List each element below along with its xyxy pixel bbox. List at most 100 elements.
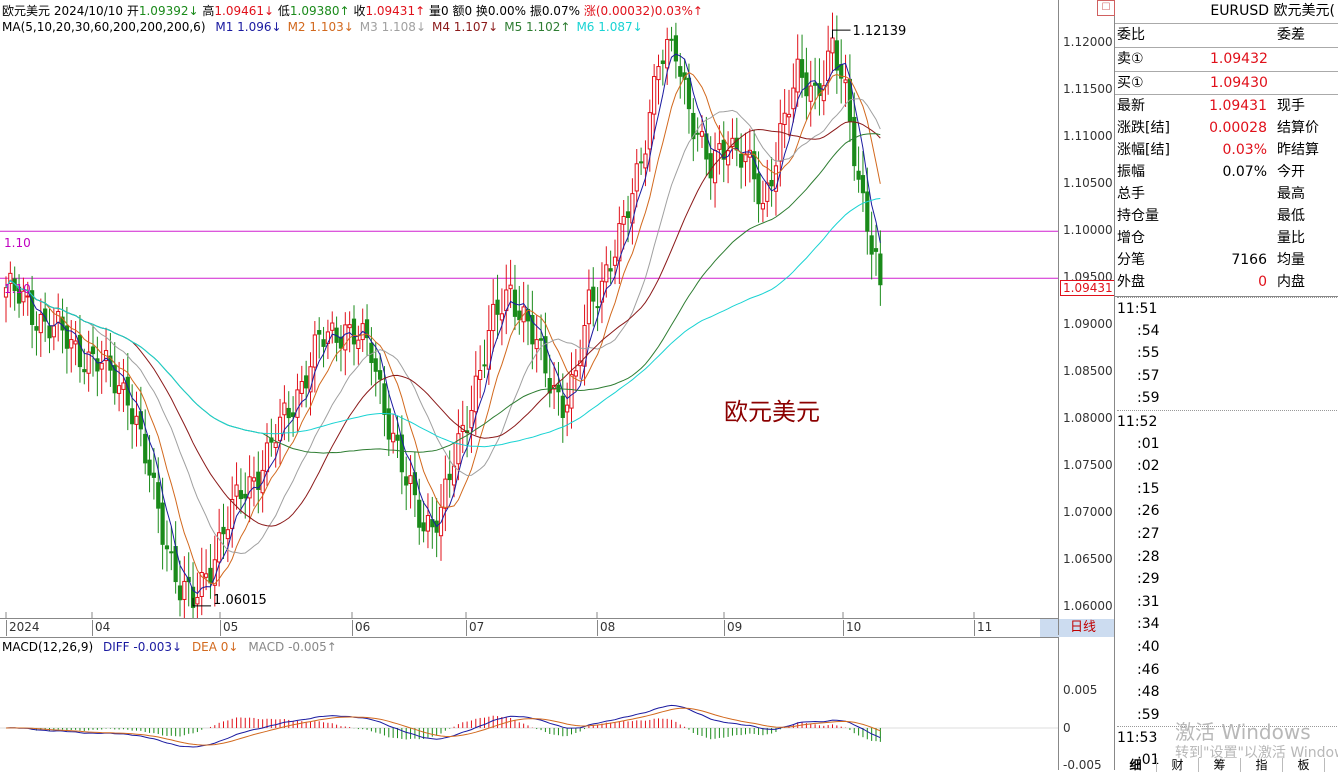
candle-body [491,303,496,332]
panel-menu-icon[interactable]: ☐ [1097,0,1115,16]
candle-body [860,175,866,194]
quote-row: 分笔 7166 均量 [1115,249,1338,271]
quote-row: 最新 1.09431 现手 [1115,95,1338,117]
panel-title-row: EURUSD 欧元美元( [1115,0,1338,22]
tick-time: :34 [1137,616,1160,633]
quote-label: 涨跌[结] [1117,120,1170,136]
hline-label-1: 1.10 [4,236,31,250]
candle-body [234,484,239,497]
price-tick-label: 1.06500 [1063,552,1113,567]
sell-row: 卖① 1.09432 [1115,47,1338,70]
quote-right-label: 内盘 [1277,274,1305,290]
candle-body [878,253,883,286]
candle-body [25,295,30,298]
quote-label: 持仓量 [1117,208,1159,224]
time-axis: 2024 04 05 06 07 08 09 10 11 日线 [0,618,1130,638]
ma-line-m3 [5,98,881,555]
candle-body [712,150,718,184]
candle-body [425,515,431,532]
candle-body [204,573,209,578]
candle-body [273,442,278,448]
candle-body [286,407,291,419]
candle-body [791,87,796,110]
price-axis: 1.12000 1.11500 1.11000 1.10500 1.10000 1.095… [1058,0,1116,635]
quote-row: 外盘 0 内盘 [1115,271,1338,293]
quote-row: 持仓量 最低 [1115,205,1338,227]
price-tick-label: 1.07500 [1063,458,1113,473]
price-tick-label: 1.12000 [1063,35,1113,50]
quote-label: 增仓 [1117,230,1145,246]
candle-body [304,375,309,389]
macd-dea-line [5,707,881,746]
candle-body [508,284,513,290]
candle-body [804,72,809,97]
tick-time: :59 [1137,390,1160,407]
month-label: 06 [352,620,370,636]
quote-right-label: 昨结算 [1277,142,1319,158]
candle-body [447,473,452,481]
candle-body [182,580,187,600]
candle-body [421,522,426,532]
quote-row: 振幅 0.07% 今开 [1115,161,1338,183]
candle-body [678,66,683,77]
month-label: 11 [974,620,992,636]
candle-body [373,358,378,372]
macd-tick-label: 0.005 [1063,683,1098,697]
candle-body [726,150,731,166]
tick-time: :29 [1137,571,1160,588]
candle-body [404,476,409,486]
candle-body [134,415,139,425]
candle-body [660,60,665,65]
candle-body [634,163,639,192]
quote-label: 外盘 [1117,274,1145,290]
quote-right-label: 现手 [1277,98,1305,114]
candle-body [756,173,761,205]
tick-time: :54 [1137,322,1160,339]
candle-body [852,116,857,167]
month-label: 07 [466,620,484,636]
macd-chart[interactable] [0,640,1058,770]
quote-label: 总手 [1117,186,1145,202]
candle-body [643,153,648,169]
candle-body [608,268,613,272]
candle-body [826,50,831,82]
price-tick-label: 1.09000 [1063,317,1113,332]
candle-body [408,475,413,484]
candle-body [47,325,52,339]
low-marker-label: 1.06015 [213,593,267,608]
quote-label: 振幅 [1117,164,1145,180]
candle-body [808,85,813,102]
macd-diff-line [5,704,881,748]
candle-body [834,40,839,71]
candle-body [769,179,774,187]
chart-area[interactable]: 欧元美元 2024/10/10 开1.09392↓ 高1.09461↓ 低1.0… [0,0,1130,770]
month-label: 2024 [6,620,40,636]
quote-label: 最新 [1117,98,1145,114]
last-price-tag: 1.09431 [1060,280,1116,296]
candle-body [699,131,705,137]
price-chart[interactable]: 1.12139 1.06015 [0,0,1058,618]
candle-body [873,248,879,252]
candle-body [264,442,270,473]
candle-body [686,77,692,110]
high-marker-label: 1.12139 [853,24,907,39]
price-tick-label: 1.10000 [1063,223,1113,238]
candle-body [665,39,670,69]
price-tick-label: 1.08500 [1063,364,1113,379]
quote-row: 涨幅[结] 0.03% 昨结算 [1115,139,1338,161]
candle-body [121,382,126,390]
candle-body [573,370,578,377]
candle-body [621,215,626,225]
candle-body [243,493,248,499]
candle-body [778,123,783,162]
ma-line-m1 [5,53,881,595]
candle-body [647,112,652,150]
price-tick-label: 1.07000 [1063,505,1113,520]
candle-body [130,408,135,425]
high-marker [832,29,851,39]
tick-time: :31 [1137,593,1160,610]
candle-body [395,434,400,441]
candle-body [82,369,87,373]
candle-body [534,339,539,350]
candle-body [95,358,100,372]
